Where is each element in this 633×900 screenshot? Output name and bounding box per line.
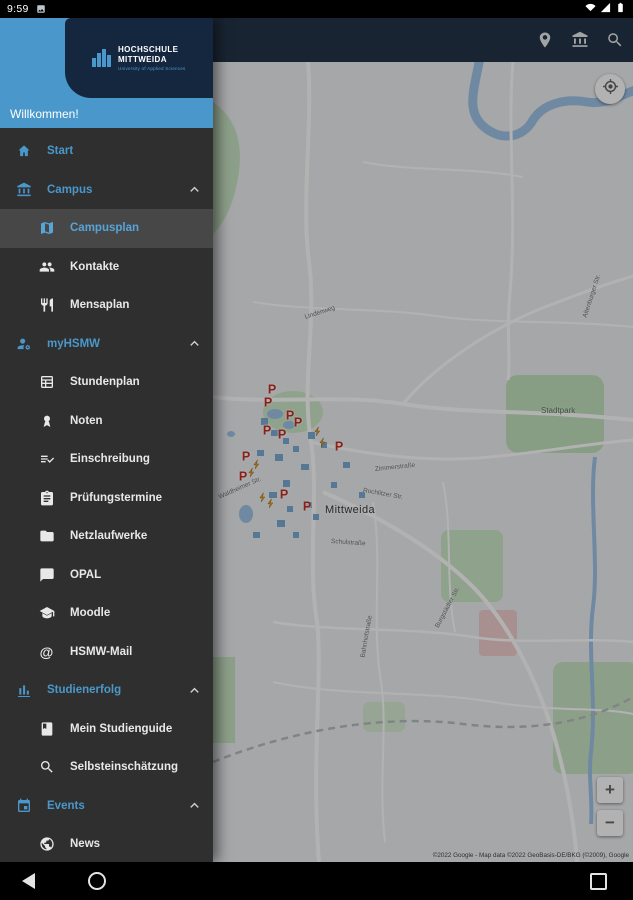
recents-icon[interactable] [590, 873, 607, 890]
back-icon[interactable] [22, 873, 35, 889]
menu-label: Stundenplan [70, 376, 140, 389]
welcome-text: Willkommen! [10, 107, 79, 121]
menu-label: Kontakte [70, 260, 120, 273]
menu-label: Mensaplan [70, 299, 130, 312]
drawer-section-start[interactable]: Start [0, 132, 213, 171]
signal-icon [600, 2, 611, 16]
drawer-item-moodle[interactable]: Moodle [0, 594, 213, 633]
drawer-scrim[interactable] [213, 18, 633, 862]
menu-label: HSMW-Mail [70, 645, 133, 658]
menu-label: Selbsteinschätzung [70, 761, 178, 774]
chevron-up-icon [186, 335, 203, 352]
drawer-item-noten[interactable]: Noten [0, 402, 213, 441]
drawer-item-netzlaufwerke[interactable]: Netzlaufwerke [0, 517, 213, 556]
drawer-item-einschreibung[interactable]: Einschreibung [0, 440, 213, 479]
menu-label: OPAL [70, 568, 102, 581]
status-time: 9:59 [7, 3, 29, 15]
map-panel: Mittweida Stadtpark P P P P P P P P P P P Lindenweg… [213, 18, 633, 862]
menu-label: Mein Studienguide [70, 722, 173, 735]
medal-icon [38, 412, 55, 429]
drawer-item-mensaplan[interactable]: Mensaplan [0, 286, 213, 325]
notification-icon [36, 4, 46, 14]
system-nav-bar [0, 862, 633, 900]
drawer-section-studienerfolg[interactable]: Studienerfolg [0, 671, 213, 710]
status-icons [585, 2, 626, 16]
menu-label: Events [47, 799, 85, 812]
drawer-item-hsmw-mail[interactable]: @ HSMW-Mail [0, 633, 213, 672]
cutlery-icon [38, 297, 55, 314]
chart-icon [15, 682, 32, 699]
navigation-drawer: HOCHSCHULE MITTWEIDA University of Appli… [0, 18, 213, 862]
menu-label: Moodle [70, 607, 111, 620]
drawer-item-news[interactable]: News [0, 825, 213, 862]
book-icon [38, 720, 55, 737]
schedule-icon [38, 374, 55, 391]
drawer-item-selbsteinschatzung[interactable]: Selbsteinschätzung [0, 748, 213, 787]
menu-label: News [70, 838, 101, 851]
chevron-up-icon [186, 181, 203, 198]
menu-label: Einschreibung [70, 453, 150, 466]
menu-label: Noten [70, 414, 103, 427]
logo-text: HOCHSCHULE MITTWEIDA University of Appli… [118, 45, 186, 71]
drawer-menu: Start Campus Campusplan Kontakte Mensaplan my… [0, 128, 213, 862]
menu-label: Campus [47, 183, 93, 196]
drawer-item-campusplan[interactable]: Campusplan [0, 209, 213, 248]
drawer-section-campus[interactable]: Campus [0, 171, 213, 210]
checklist-icon [38, 451, 55, 468]
person-gear-icon [15, 335, 32, 352]
status-bar: 9:59 [0, 0, 633, 18]
battery-icon [615, 2, 626, 16]
globe-icon [38, 836, 55, 853]
drawer-item-prufungstermine[interactable]: Prüfungstermine [0, 479, 213, 518]
hsmw-logo: HOCHSCHULE MITTWEIDA University of Appli… [65, 18, 213, 98]
menu-label: Studienerfolg [47, 684, 122, 697]
logo-line2: MITTWEIDA [117, 54, 167, 64]
menu-label: Netzlaufwerke [70, 530, 148, 543]
screen: 9:59 Mittweida Stadtpark P P P P P P P P… [0, 0, 633, 900]
logo-subtitle: University of Applied Sciences [117, 65, 186, 71]
drawer-item-kontakte[interactable]: Kontakte [0, 248, 213, 287]
logo-line1: HOCHSCHULE [117, 45, 179, 55]
chevron-up-icon [186, 682, 203, 699]
magnifier-icon [38, 759, 55, 776]
home-icon[interactable] [88, 872, 106, 890]
folder-icon [38, 528, 55, 545]
bank-icon [15, 181, 32, 198]
drawer-section-myhsmw[interactable]: myHSMW [0, 325, 213, 364]
clipboard-icon [38, 489, 55, 506]
menu-label: Start [47, 145, 74, 158]
drawer-item-mein-studienguide[interactable]: Mein Studienguide [0, 710, 213, 749]
menu-label: Campusplan [70, 222, 140, 235]
people-icon [38, 258, 55, 275]
home-icon [15, 143, 32, 160]
menu-label: Prüfungstermine [70, 491, 163, 504]
logo-bars-icon [92, 49, 111, 67]
at-icon: @ [39, 643, 54, 660]
graduation-cap-icon [38, 605, 55, 622]
drawer-item-opal[interactable]: OPAL [0, 556, 213, 595]
map-icon [38, 220, 55, 237]
chat-bubble-icon [38, 566, 55, 583]
drawer-header: HOCHSCHULE MITTWEIDA University of Appli… [0, 18, 213, 128]
drawer-section-events[interactable]: Events [0, 787, 213, 826]
chevron-up-icon [186, 797, 203, 814]
event-icon [15, 797, 32, 814]
menu-label: myHSMW [47, 337, 101, 350]
drawer-item-stundenplan[interactable]: Stundenplan [0, 363, 213, 402]
wifi-icon [585, 2, 596, 16]
